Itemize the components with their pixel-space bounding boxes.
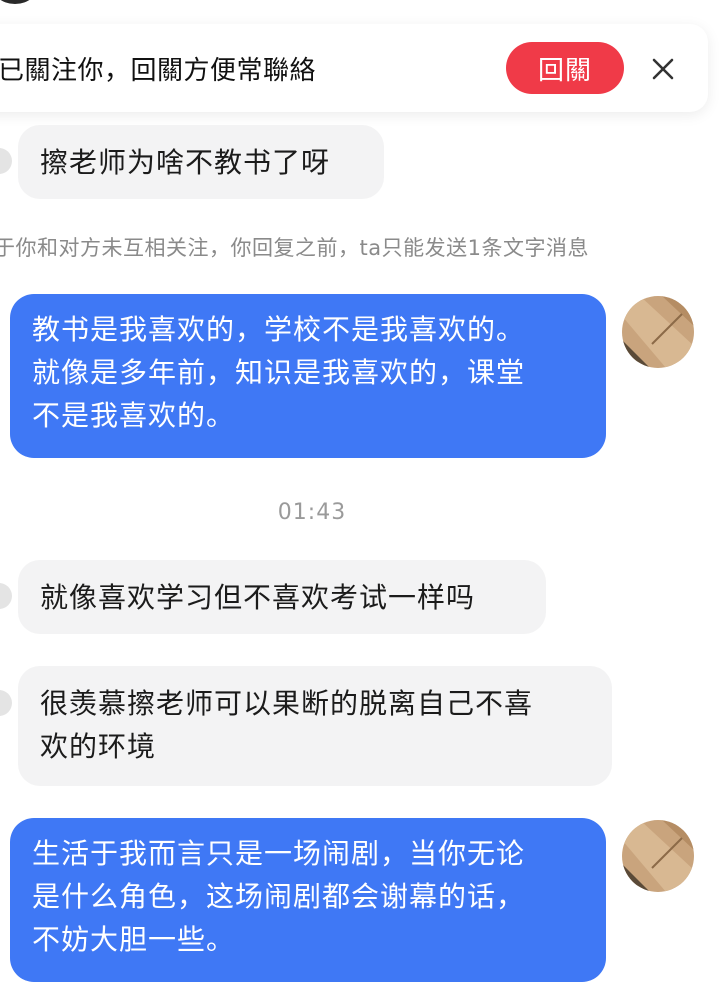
message-text: 教书是我喜欢的，学校不是我喜欢的。 xyxy=(32,313,526,346)
message-text: 不是我喜欢的。 xyxy=(32,399,236,432)
mutual-follow-notice: 于你和对方未互相关注，你回复之前，ta只能发送1条文字消息 xyxy=(0,236,589,260)
follow-back-banner: 已關注你，回關方便常聯絡 回關 xyxy=(0,24,708,112)
close-icon[interactable] xyxy=(650,56,676,82)
message-timestamp: 01:43 xyxy=(277,500,347,525)
message-text: 就像喜欢学习但不喜欢考试一样吗 xyxy=(40,581,476,614)
sender-avatar-partial[interactable] xyxy=(0,690,12,716)
message-bubble-outgoing[interactable]: 生活于我而言只是一场闹剧，当你无论 是什么角色，这场闹剧都会谢幕的话， 不妨大胆… xyxy=(10,818,606,982)
message-bubble-incoming[interactable]: 就像喜欢学习但不喜欢考试一样吗 xyxy=(18,560,546,634)
message-text: 不妨大胆一些。 xyxy=(32,923,236,956)
sender-avatar-partial[interactable] xyxy=(0,583,12,609)
message-text: 就像是多年前，知识是我喜欢的，课堂 xyxy=(32,356,526,389)
message-text: 欢的环境 xyxy=(40,730,157,763)
message-text: 很羡慕擦老师可以果断的脱离自己不喜 xyxy=(40,687,534,720)
message-text: 是什么角色，这场闹剧都会谢幕的话， xyxy=(32,880,526,913)
message-bubble-outgoing[interactable]: 教书是我喜欢的，学校不是我喜欢的。 就像是多年前，知识是我喜欢的，课堂 不是我喜… xyxy=(10,294,606,458)
message-text: 擦老师为啥不教书了呀 xyxy=(40,146,331,179)
my-avatar[interactable] xyxy=(622,296,694,368)
sender-avatar-partial[interactable] xyxy=(0,148,12,174)
follow-back-button[interactable]: 回關 xyxy=(506,42,624,94)
message-bubble-incoming[interactable]: 擦老师为啥不教书了呀 xyxy=(18,125,384,199)
chat-screen: 已關注你，回關方便常聯絡 回關 擦老师为啥不教书了呀 于你和对方未互相关注，你回… xyxy=(0,0,725,1004)
contact-avatar-partial[interactable] xyxy=(0,0,40,4)
message-text: 生活于我而言只是一场闹剧，当你无论 xyxy=(32,837,526,870)
follow-banner-text: 已關注你，回關方便常聯絡 xyxy=(0,56,317,86)
message-bubble-incoming[interactable]: 很羡慕擦老师可以果断的脱离自己不喜 欢的环境 xyxy=(18,666,612,786)
my-avatar[interactable] xyxy=(622,820,694,892)
